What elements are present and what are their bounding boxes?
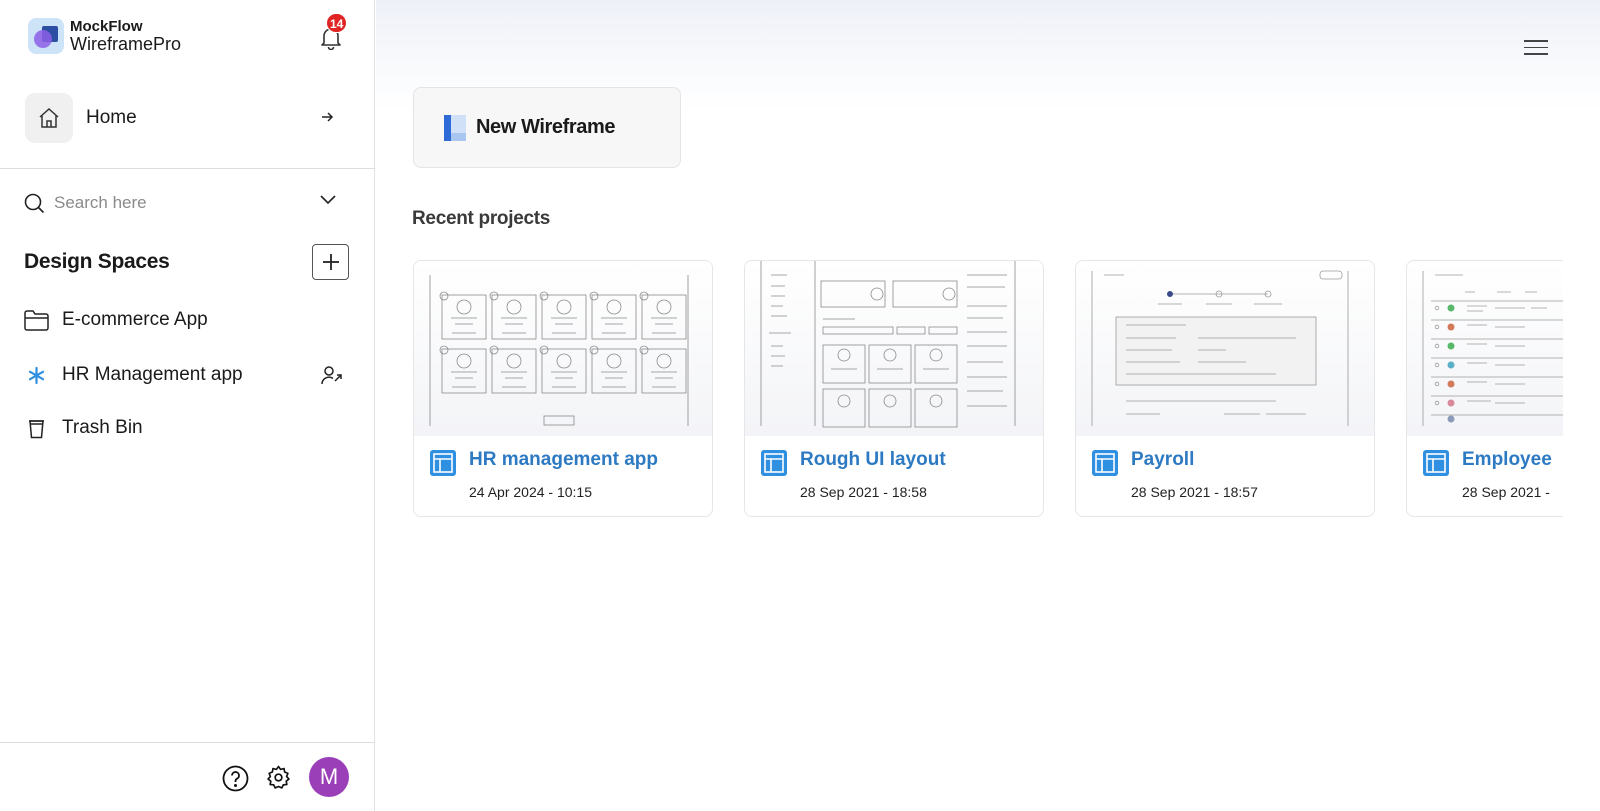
project-thumbnail bbox=[414, 261, 712, 436]
project-thumbnail bbox=[745, 261, 1043, 436]
project-date: 28 Sep 2021 - 18:57 bbox=[1131, 484, 1258, 500]
brand-product: WireframePro bbox=[70, 34, 182, 54]
design-spaces-title: Design Spaces bbox=[24, 250, 170, 273]
project-name: HR management app bbox=[469, 449, 658, 470]
plus-icon bbox=[322, 254, 339, 270]
recent-projects-title: Recent projects bbox=[412, 208, 551, 229]
notification-badge: 14 bbox=[326, 13, 348, 33]
project-card[interactable]: Payroll 28 Sep 2021 - 18:57 bbox=[1075, 260, 1375, 517]
project-name: Rough UI layout bbox=[800, 449, 946, 470]
project-card[interactable]: HR management app 24 Apr 2024 - 10:15 bbox=[413, 260, 713, 517]
search-bar bbox=[24, 191, 344, 215]
project-card[interactable]: Employee 28 Sep 2021 - bbox=[1406, 260, 1563, 517]
share-user-icon[interactable] bbox=[320, 364, 342, 386]
sidebar: MockFlow WireframePro 14 Home Design Spa… bbox=[0, 0, 375, 811]
space-label: Trash Bin bbox=[62, 417, 143, 438]
home-label: Home bbox=[86, 107, 137, 128]
help-icon[interactable] bbox=[222, 765, 249, 792]
project-date: 24 Apr 2024 - 10:15 bbox=[469, 484, 592, 500]
project-thumbnail bbox=[1076, 261, 1374, 436]
project-name: Payroll bbox=[1131, 449, 1195, 470]
sidebar-item-ecommerce-app[interactable]: E-commerce App bbox=[24, 305, 350, 335]
chevron-down-icon[interactable] bbox=[320, 195, 336, 205]
arrow-right-icon bbox=[322, 112, 334, 122]
wireframe-file-icon bbox=[430, 450, 456, 476]
sidebar-divider bbox=[0, 168, 375, 169]
wireframe-file-icon bbox=[761, 450, 787, 476]
wireframe-file-icon bbox=[1092, 450, 1118, 476]
user-avatar[interactable]: M bbox=[309, 757, 349, 797]
sidebar-footer-divider bbox=[0, 742, 375, 743]
main-content: New Wireframe Recent projects HR managem… bbox=[376, 0, 1600, 811]
sidebar-item-trash-bin[interactable]: Trash Bin bbox=[24, 413, 350, 443]
wireframe-file-icon bbox=[1423, 450, 1449, 476]
project-date: 28 Sep 2021 - 18:58 bbox=[800, 484, 927, 500]
home-tile bbox=[25, 93, 73, 143]
space-label: E-commerce App bbox=[62, 309, 208, 330]
search-icon bbox=[24, 193, 45, 213]
gear-icon[interactable] bbox=[266, 765, 291, 790]
brand-name: MockFlow bbox=[70, 18, 143, 35]
new-wireframe-button[interactable]: New Wireframe bbox=[413, 87, 681, 168]
folder-icon bbox=[24, 309, 49, 331]
wireframe-icon bbox=[444, 114, 466, 141]
project-thumbnail bbox=[1407, 261, 1563, 436]
search-input[interactable] bbox=[54, 193, 304, 213]
new-wireframe-label: New Wireframe bbox=[476, 116, 616, 138]
home-icon bbox=[39, 107, 59, 128]
asterisk-icon bbox=[28, 366, 45, 384]
recent-projects-list: HR management app 24 Apr 2024 - 10:15 Ro… bbox=[413, 260, 1563, 520]
hamburger-menu-icon[interactable] bbox=[1524, 40, 1548, 56]
project-date: 28 Sep 2021 - bbox=[1462, 484, 1550, 500]
sidebar-item-home[interactable]: Home bbox=[25, 93, 350, 143]
add-design-space-button[interactable] bbox=[312, 244, 349, 280]
space-label: HR Management app bbox=[62, 364, 243, 385]
mockflow-logo-icon bbox=[28, 18, 64, 54]
project-card[interactable]: Rough UI layout 28 Sep 2021 - 18:58 bbox=[744, 260, 1044, 517]
trash-icon bbox=[29, 419, 44, 438]
brand-logo[interactable]: MockFlow WireframePro bbox=[28, 18, 181, 54]
sidebar-item-hr-management-app[interactable]: HR Management app bbox=[24, 360, 350, 390]
project-name: Employee bbox=[1462, 449, 1552, 470]
